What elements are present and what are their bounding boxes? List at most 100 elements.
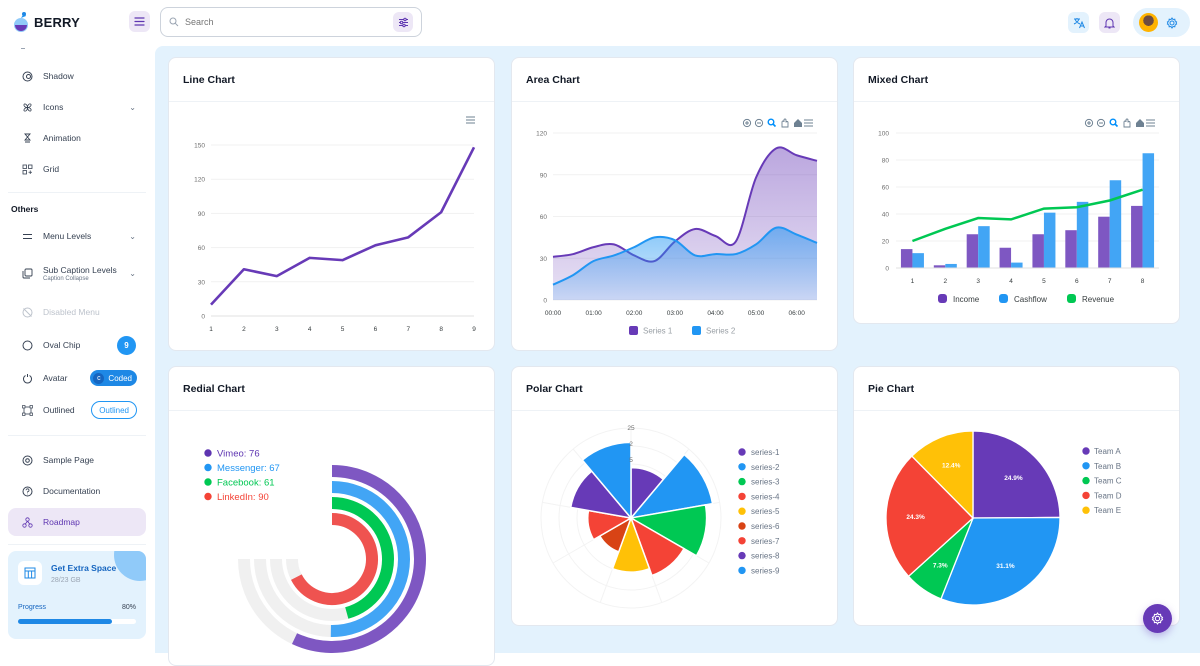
sidebar-item-roadmap[interactable]: Roadmap: [8, 508, 146, 536]
search-box[interactable]: [160, 7, 422, 37]
sidebar-item-shadow[interactable]: Shadow: [8, 62, 146, 90]
menu-toggle-button[interactable]: [129, 11, 150, 32]
legend-label: series-8: [751, 552, 780, 561]
chip-label: Coded: [108, 373, 132, 383]
bar: [912, 253, 924, 268]
chip-avatar: c: [93, 372, 105, 384]
legend-label: series-4: [751, 492, 780, 501]
legend-label: Team C: [1094, 477, 1122, 486]
sidebar-item-label: Icons: [43, 102, 64, 112]
menu-icon: [1146, 119, 1155, 127]
sidebar-item-sub-caption-levels[interactable]: Sub Caption Levels Caption Collapse ⌄: [8, 256, 146, 290]
selection-zoom-icon: [772, 123, 777, 128]
y-tick-label: 120: [536, 131, 547, 138]
bar: [1065, 230, 1077, 268]
sidebar-item-label: Outlined: [43, 405, 75, 415]
legend-marker: [1067, 294, 1076, 303]
pie-data-label: 31.1%: [996, 563, 1015, 570]
x-tick-label: 4: [1009, 278, 1013, 285]
legend-marker: [738, 463, 746, 471]
sidebar-item-menu-levels[interactable]: Menu Levels ⌄: [8, 222, 146, 250]
menu-icon: [134, 17, 145, 26]
x-tick-label: 8: [1141, 278, 1145, 285]
avatar: [1139, 13, 1158, 32]
y-tick-label: 30: [540, 256, 548, 263]
sub-caption: Caption Collapse: [43, 275, 89, 282]
legend-marker: [738, 566, 746, 575]
line-chart: 0 30 60 90 120 150 1 2 3 4 5 6 7 8 9: [194, 116, 476, 333]
brand-chrome-icon: [21, 454, 33, 466]
legend-label: LinkedIn: 90: [217, 492, 269, 503]
bar: [900, 249, 913, 268]
pie-data-label: 12.4%: [942, 462, 961, 469]
logo[interactable]: BERRY: [12, 11, 80, 33]
selection-zoom-icon: [1114, 123, 1119, 128]
customize-settings-button[interactable]: [1143, 604, 1172, 633]
bell-icon: [1104, 18, 1115, 28]
notifications-button[interactable]: [1099, 12, 1120, 33]
y-tick-label: 60: [198, 245, 206, 252]
x-tick-label: 2: [242, 326, 246, 333]
sidebar-item-sample-page[interactable]: Sample Page: [8, 446, 146, 474]
chevron-down-icon: ⌄: [129, 231, 136, 241]
card-area-chart: Area Chart 0 30 60 90 120 00:00 01:00 02:00 03:0…: [511, 57, 838, 351]
section-title-others: Others: [11, 204, 39, 214]
legend-marker: [204, 492, 212, 501]
sidebar-item-label: Avatar: [43, 373, 68, 383]
legend-marker: [738, 448, 746, 456]
radial-chart: Vimeo: 76 Messenger: 67 Facebook: 61 Linked…: [204, 449, 426, 653]
selection-zoom-icon: [767, 118, 775, 126]
sidebar-item-avatar[interactable]: Avatar c Coded: [8, 364, 146, 392]
card-title: Area Chart: [512, 58, 837, 102]
sidebar-item-oval-chip[interactable]: Oval Chip 9: [8, 331, 146, 359]
legend-marker: [738, 477, 746, 486]
top-header: BERRY: [0, 0, 1200, 46]
divider: [8, 192, 146, 193]
legend-label: series-1: [751, 448, 780, 457]
divider: [8, 544, 146, 545]
chart-toolbar: [742, 118, 813, 128]
sidebar-item-grid[interactable]: Grid: [8, 155, 146, 183]
legend-label: series-5: [751, 507, 780, 516]
bar: [1131, 205, 1143, 268]
x-tick-label: 5: [1042, 278, 1046, 285]
storage-card: Get Extra Space 28/23 GB Progress 80%: [8, 551, 146, 639]
table-icon: [24, 567, 36, 579]
bar: [1098, 216, 1110, 268]
x-tick-label: 4: [308, 326, 312, 333]
search-icon: [169, 17, 179, 27]
outlined-chip: Outlined: [91, 401, 137, 419]
radial-bar: [291, 513, 378, 605]
settings-icon: [1166, 16, 1178, 29]
card-title: Mixed Chart: [854, 58, 1179, 102]
search-input[interactable]: [185, 17, 393, 27]
progress-value: 80%: [121, 604, 136, 611]
search-filter-button[interactable]: [393, 12, 413, 32]
language-button[interactable]: [1068, 12, 1089, 33]
x-tick-label: 2: [944, 278, 948, 285]
profile-button[interactable]: [1133, 8, 1190, 37]
reset-home-icon: [794, 119, 802, 127]
shadow-icon: [21, 70, 33, 82]
menu-icon: [21, 230, 33, 242]
card-title: Line Chart: [169, 58, 494, 102]
sidebar-item-animation[interactable]: Animation: [8, 124, 146, 152]
bar: [1011, 262, 1023, 268]
y-tick-label: 120: [194, 177, 205, 184]
x-tick-label: 03:00: [667, 310, 684, 317]
legend-marker: [999, 294, 1008, 303]
sidebar-item-icons[interactable]: Icons ⌄: [8, 93, 146, 121]
legend-marker: [738, 507, 746, 515]
legend-label: Series 1: [643, 327, 673, 336]
sidebar-item-documentation[interactable]: Documentation: [8, 477, 146, 505]
x-tick-label: 1: [209, 326, 213, 333]
sidebar-item-outlined[interactable]: Outlined Outlined: [8, 396, 146, 424]
sidebar-item-label: Sample Page: [43, 455, 95, 465]
pie-chart: 24.9% 31.1% 7.3% 24.3% 12.4% Team A Team B Team…: [885, 430, 1122, 606]
x-tick-label: 6: [1075, 278, 1079, 285]
polar-chart: 2525series-1series-2series-3series-4seri…: [540, 425, 780, 609]
legend-label: Cashflow: [1014, 295, 1047, 304]
x-tick-label: 05:00: [748, 310, 765, 317]
sidebar-item-label: Grid: [43, 164, 60, 174]
legend-marker: [1082, 506, 1090, 514]
